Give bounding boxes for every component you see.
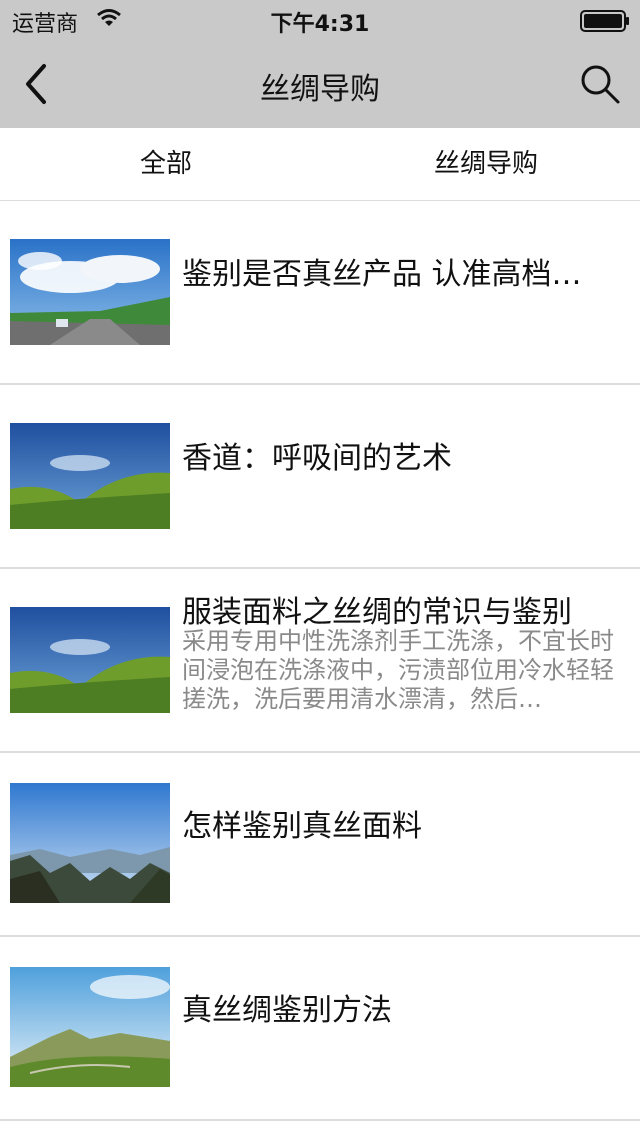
article-thumbnail [10, 239, 170, 345]
list-item[interactable]: 怎样鉴别真丝面料 [0, 753, 640, 937]
article-title: 怎样鉴别真丝面料 [182, 809, 422, 844]
tab-all[interactable]: 全部 [6, 128, 326, 200]
list-item[interactable]: 真丝绸鉴别方法 [0, 937, 640, 1121]
clock-time: 下午4:31 [270, 12, 370, 37]
list-item[interactable]: 香道：呼吸间的艺术 [0, 385, 640, 569]
article-list: 鉴别是否真丝产品 认准高档… 香道：呼吸间的艺术 服装面料之丝绸的常识与鉴别 采… [0, 201, 640, 1121]
tab-silk-guide[interactable]: 丝绸导购 [326, 128, 640, 200]
list-item[interactable]: 鉴别是否真丝产品 认准高档… [0, 201, 640, 385]
article-thumbnail [10, 423, 170, 529]
page-title: 丝绸导购 [260, 72, 380, 107]
status-bar: 运营商 下午4:31 [0, 0, 640, 40]
search-button[interactable] [578, 62, 622, 106]
list-item[interactable]: 服装面料之丝绸的常识与鉴别 采用专用中性洗涤剂手工洗涤，不宜长时间浸泡在洗涤液中… [0, 569, 640, 753]
article-thumbnail [10, 783, 170, 903]
category-tabs: 全部 丝绸导购 [0, 128, 640, 201]
search-icon [581, 65, 620, 104]
article-title: 香道：呼吸间的艺术 [182, 441, 452, 476]
article-thumbnail [10, 967, 170, 1087]
battery-icon [580, 10, 630, 36]
article-thumbnail [10, 607, 170, 713]
article-title: 真丝绸鉴别方法 [182, 993, 392, 1028]
article-summary: 采用专用中性洗涤剂手工洗涤，不宜长时间浸泡在洗涤液中，污渍部位用冷水轻轻搓洗，洗… [182, 627, 614, 713]
article-title: 鉴别是否真丝产品 认准高档… [182, 257, 582, 292]
article-title: 服装面料之丝绸的常识与鉴别 [182, 595, 572, 630]
navigation-bar: 丝绸导购 [0, 40, 640, 128]
